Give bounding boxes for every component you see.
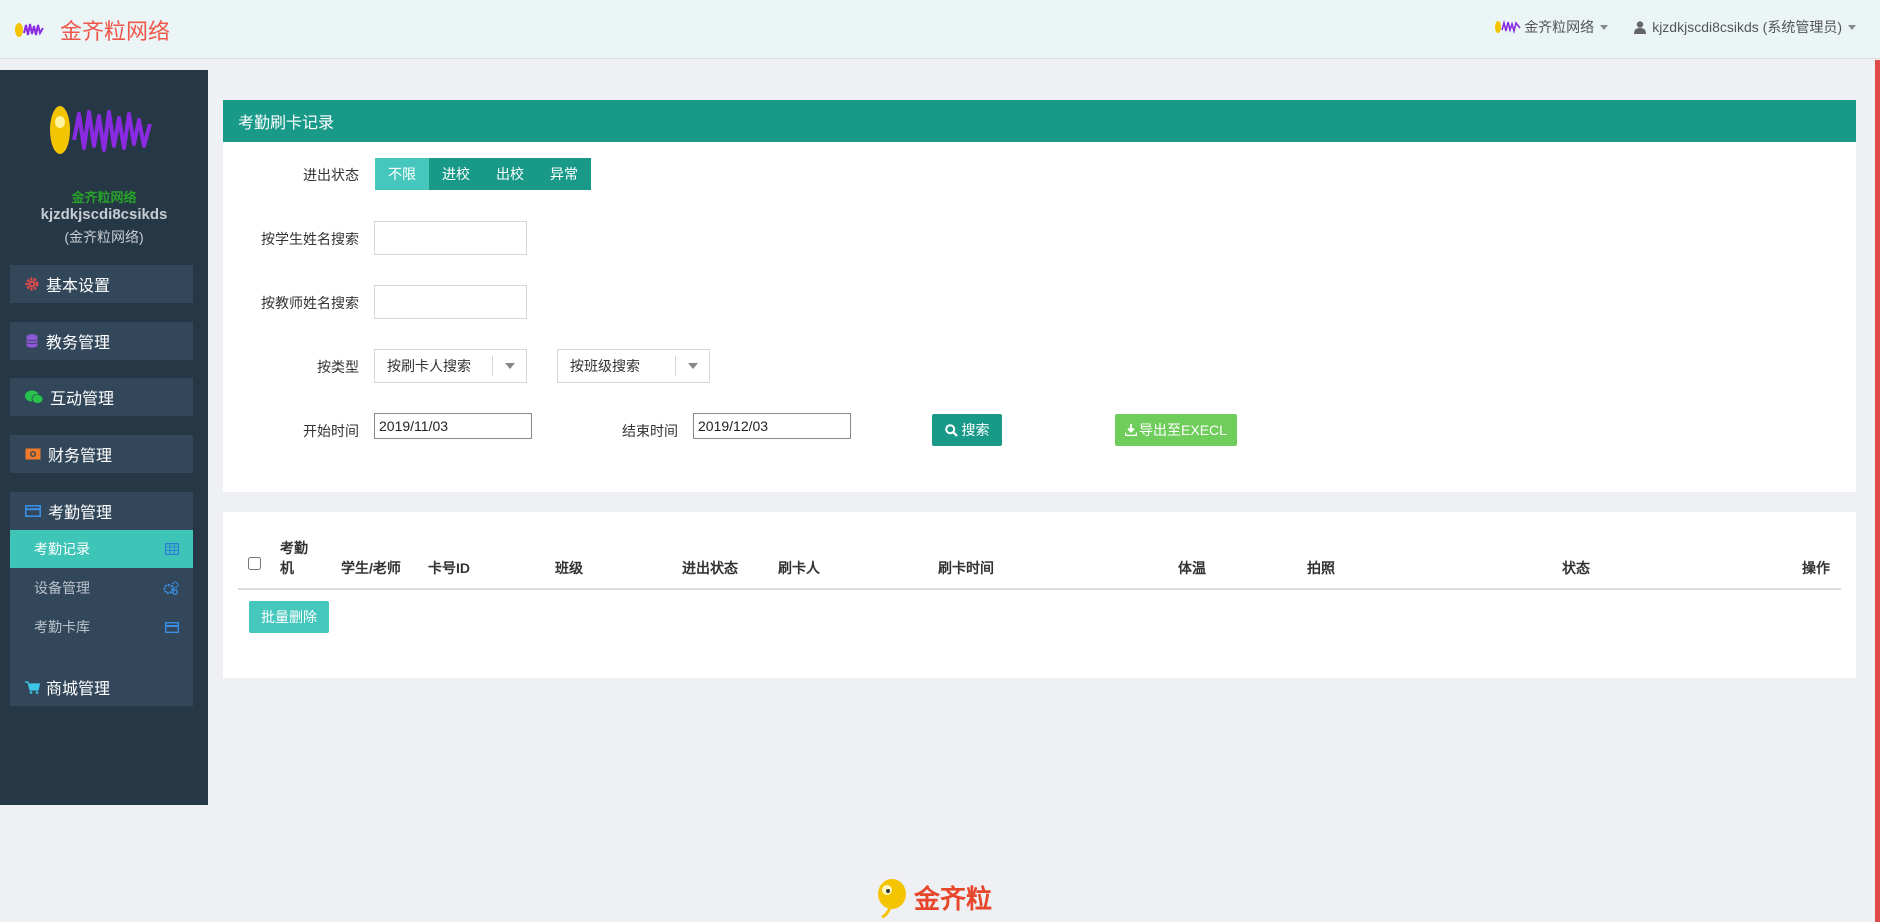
menu-label: 财务管理	[48, 448, 113, 465]
teacher-name-input[interactable]	[374, 285, 527, 319]
user-dropdown-label: kjzdkjscdi8csikds (系统管理员)	[1652, 19, 1842, 35]
user-dropdown[interactable]: kjzdkjscdi8csikds (系统管理员)	[1634, 17, 1856, 37]
chevron-down-icon	[1600, 24, 1609, 30]
menu-mall[interactable]: 商城管理	[10, 668, 193, 706]
menu-label: 基本设置	[46, 278, 111, 295]
submenu-card-library[interactable]: 考勤卡库	[10, 608, 193, 646]
wechat-icon	[24, 389, 44, 405]
table-header-divider	[238, 588, 1841, 590]
class-select-value: 按班级搜索	[570, 358, 640, 374]
col-inout-status: 进出状态	[682, 560, 738, 576]
student-name-input[interactable]	[374, 221, 527, 255]
col-swipe-time: 刷卡时间	[938, 560, 994, 576]
table-icon	[165, 542, 180, 558]
search-icon	[944, 423, 958, 437]
org-dropdown-label: 金齐粒网络	[1524, 19, 1595, 35]
menu-academic[interactable]: 教务管理	[10, 322, 193, 360]
menu-label: 商城管理	[46, 681, 111, 698]
export-excel-button[interactable]: 导出至EXECL	[1115, 414, 1237, 446]
card-icon	[164, 620, 180, 636]
footer-logo-icon	[878, 879, 906, 918]
submenu-label: 设备管理	[34, 580, 90, 596]
end-date-input[interactable]	[693, 413, 851, 439]
start-date-input[interactable]	[374, 413, 532, 439]
right-edge-strip	[1875, 60, 1880, 922]
brand-title: 金齐粒网络	[60, 19, 171, 44]
batch-delete-button[interactable]: 批量删除	[249, 601, 329, 633]
menu-label: 互动管理	[50, 391, 115, 408]
sidebar-org-name: 金齐粒网络	[71, 190, 137, 205]
gear-icon	[24, 276, 40, 292]
user-icon	[1634, 20, 1647, 34]
menu-label: 教务管理	[46, 335, 111, 352]
type-select-value: 按刷卡人搜索	[387, 358, 471, 374]
panel-title: 考勤刷卡记录	[223, 100, 1856, 142]
status-segmented-control: 不限 进校 出校 异常	[375, 158, 591, 190]
chevron-down-icon	[675, 356, 709, 376]
select-all-checkbox[interactable]	[248, 557, 261, 570]
chevron-down-icon	[492, 356, 526, 376]
chevron-down-icon	[1848, 24, 1856, 30]
filter-panel: 考勤刷卡记录 进出状态 不限 进校 出校 异常 按学生姓名搜索 按教师姓名搜索 …	[223, 100, 1856, 492]
start-time-label: 开始时间	[303, 423, 359, 439]
status-label: 进出状态	[303, 167, 359, 183]
org-logo-icon	[1495, 19, 1521, 35]
col-status: 状态	[1562, 560, 1590, 576]
records-table-panel: 考勤 机 学生/老师 卡号ID 班级 进出状态 刷卡人 刷卡时间 体温 拍照 状…	[223, 512, 1856, 678]
menu-finance[interactable]: 财务管理	[10, 435, 193, 473]
class-select[interactable]: 按班级搜索	[557, 349, 710, 383]
teacher-search-label: 按教师姓名搜索	[261, 295, 359, 311]
submenu-label: 考勤卡库	[34, 619, 90, 635]
status-option-exit[interactable]: 出校	[483, 158, 537, 190]
cart-icon	[24, 679, 40, 695]
type-select[interactable]: 按刷卡人搜索	[374, 349, 527, 383]
end-time-label: 结束时间	[622, 423, 678, 439]
search-button-label: 搜索	[961, 422, 990, 438]
sidebar-username: kjzdkjscdi8csikds	[40, 206, 168, 223]
menu-attendance[interactable]: 考勤管理	[10, 492, 193, 530]
database-icon	[24, 333, 40, 349]
cogs-icon	[163, 581, 179, 598]
status-option-abnormal[interactable]: 异常	[537, 158, 591, 190]
col-card-holder: 刷卡人	[778, 560, 820, 576]
submenu-device-management[interactable]: 设备管理	[10, 569, 193, 607]
type-label: 按类型	[317, 359, 359, 375]
status-option-enter[interactable]: 进校	[429, 158, 483, 190]
search-button[interactable]: 搜索	[932, 414, 1002, 446]
col-photo: 拍照	[1307, 560, 1335, 576]
col-actions: 操作	[1802, 560, 1830, 576]
export-button-label: 导出至EXECL	[1139, 422, 1227, 438]
brand-logo-icon	[14, 18, 46, 42]
menu-interaction[interactable]: 互动管理	[10, 378, 193, 416]
col-student-teacher: 学生/老师	[341, 560, 401, 576]
col-temperature: 体温	[1178, 560, 1206, 576]
col-card-id: 卡号ID	[428, 560, 470, 576]
submenu-attendance-records[interactable]: 考勤记录	[10, 530, 193, 568]
attendance-submenu: 考勤记录 设备管理 考勤卡库	[10, 530, 193, 686]
sidebar-org-paren: (金齐粒网络)	[64, 229, 144, 245]
menu-basic-settings[interactable]: 基本设置	[10, 265, 193, 303]
money-icon	[24, 446, 42, 462]
side-logo-icon	[48, 100, 158, 166]
submenu-label: 考勤记录	[34, 541, 90, 557]
footer-logo-text: 金齐粒	[914, 884, 993, 915]
col-machine: 考勤 机	[280, 540, 308, 576]
download-icon	[1125, 424, 1138, 436]
credit-card-icon	[24, 503, 42, 519]
org-dropdown[interactable]: 金齐粒网络	[1494, 17, 1609, 37]
footer-logo: 金齐粒	[876, 876, 992, 918]
menu-label: 考勤管理	[48, 505, 113, 522]
top-navbar: 金齐粒网络 金齐粒网络 kjzdkjscdi8csikds (系统管理员)	[0, 0, 1880, 59]
status-option-all[interactable]: 不限	[375, 158, 429, 190]
brand[interactable]: 金齐粒网络	[14, 14, 170, 46]
col-class: 班级	[555, 560, 583, 576]
student-search-label: 按学生姓名搜索	[261, 231, 359, 247]
sidebar: 金齐粒网络 kjzdkjscdi8csikds (金齐粒网络) 基本设置 教务管…	[0, 70, 208, 805]
